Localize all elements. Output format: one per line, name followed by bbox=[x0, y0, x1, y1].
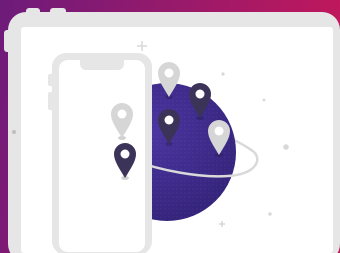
sparkle-dot bbox=[221, 72, 225, 76]
phone-notch bbox=[80, 60, 124, 70]
illustration-stage bbox=[0, 0, 340, 253]
tablet-home-sensor bbox=[12, 130, 16, 134]
global-locations-illustration bbox=[0, 0, 340, 253]
phone-device bbox=[48, 53, 152, 253]
sparkle-dot bbox=[283, 144, 289, 150]
sparkle-dot bbox=[262, 98, 266, 102]
